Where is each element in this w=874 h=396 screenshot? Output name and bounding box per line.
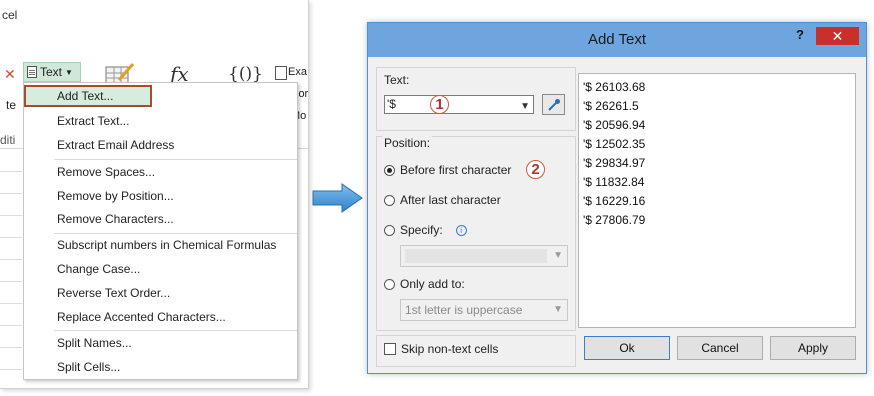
position-label: Position:	[382, 136, 433, 150]
menu-separator	[54, 330, 297, 331]
menu-item-extract-text[interactable]: Extract Text...	[24, 110, 297, 132]
ok-button[interactable]: Ok	[584, 336, 670, 360]
preview-line: '$ 16229.16	[583, 194, 646, 208]
preview-line: '$ 27806.79	[583, 213, 646, 227]
eyedropper-button[interactable]	[542, 94, 565, 115]
menu-item-reverse-text[interactable]: Reverse Text Order...	[24, 282, 297, 304]
menu-item-remove-characters[interactable]: Remove Characters...	[24, 208, 297, 230]
specify-combobox[interactable]: ▼	[400, 245, 568, 267]
text-combobox-value: '$	[387, 97, 396, 111]
menu-item-change-case[interactable]: Change Case...	[24, 258, 297, 280]
checkbox[interactable]	[384, 343, 396, 355]
text-label: Text:	[384, 73, 410, 87]
apply-button[interactable]: Apply	[770, 336, 856, 360]
menu-item-extract-email[interactable]: Extract Email Address	[24, 134, 297, 156]
step-badge-2: 2	[526, 160, 545, 179]
skip-non-text-checkbox[interactable]: Skip non-text cells	[384, 342, 498, 356]
menu-item-subscript[interactable]: Subscript numbers in Chemical Formulas	[24, 234, 297, 256]
radio-button[interactable]	[384, 224, 395, 236]
radio-after-last[interactable]: After last character	[384, 193, 501, 207]
chevron-down-icon: ▼	[65, 67, 73, 77]
menu-separator	[54, 159, 297, 160]
ribbon-group-label: diti	[0, 133, 16, 147]
preview-line: '$ 29834.97	[583, 156, 646, 170]
text-dropdown-menu: Add Text... Extract Text... Extract Emai…	[23, 82, 298, 380]
skip-label: Skip non-text cells	[401, 342, 499, 356]
radio-specify-label: Specify:	[400, 223, 443, 237]
eyedropper-icon	[547, 98, 560, 111]
preview-line: '$ 26261.5	[583, 99, 639, 113]
radio-button[interactable]	[384, 194, 395, 206]
menu-item-remove-spaces[interactable]: Remove Spaces...	[24, 161, 297, 183]
chevron-down-icon[interactable]: ▼	[520, 98, 530, 115]
example-icon	[275, 66, 287, 80]
menu-item-remove-by-position[interactable]: Remove by Position...	[24, 185, 297, 207]
menu-item-split-names[interactable]: Split Names...	[24, 332, 297, 354]
menu-item-split-cells[interactable]: Split Cells...	[24, 356, 297, 378]
cancel-button[interactable]: Cancel	[677, 336, 763, 360]
sheet-grid	[0, 150, 22, 388]
help-button[interactable]: ?	[792, 27, 808, 45]
radio-button[interactable]	[384, 164, 395, 176]
radio-before-first[interactable]: Before first character	[384, 163, 511, 177]
menu-item-replace-accented[interactable]: Replace Accented Characters...	[24, 306, 297, 328]
radio-only-add-label: Only add to:	[400, 277, 465, 291]
chevron-down-icon[interactable]: ▼	[553, 300, 563, 320]
chevron-down-icon[interactable]: ▼	[553, 246, 563, 266]
preview-line: '$ 20596.94	[583, 118, 646, 132]
preview-pane: '$ 26103.68 '$ 26261.5 '$ 20596.94 '$ 12…	[578, 73, 856, 328]
preview-line: '$ 12502.35	[583, 137, 646, 151]
preview-line: '$ 26103.68	[583, 80, 646, 94]
text-button-label: Text	[40, 65, 63, 79]
radio-after-label: After last character	[400, 193, 501, 207]
radio-only-add[interactable]: Only add to:	[384, 277, 465, 291]
radio-before-label: Before first character	[400, 163, 512, 177]
cut-icon[interactable]: ✕	[4, 66, 16, 83]
radio-specify[interactable]: Specify: i	[384, 223, 467, 237]
step-badge-1: 1	[430, 95, 449, 114]
only-add-combobox[interactable]: 1st letter is uppercase ▼	[400, 299, 568, 321]
excel-title: cel	[2, 8, 18, 22]
right-arrow-icon	[312, 183, 363, 213]
formula-braces-icon[interactable]: {()}	[228, 64, 263, 84]
ribbon-label-fragment: te	[6, 98, 17, 112]
info-icon[interactable]: i	[455, 224, 467, 236]
specify-input	[405, 249, 547, 263]
text-dropdown-button[interactable]: Text ▼	[23, 62, 81, 82]
preview-line: '$ 11832.84	[583, 175, 645, 189]
text-combobox[interactable]: '$ ▼	[384, 95, 534, 114]
menu-item-add-text[interactable]: Add Text...	[24, 85, 152, 107]
document-icon	[27, 66, 37, 78]
close-button[interactable]: ✕	[816, 27, 859, 45]
ribbon-right-label-1: Exa	[288, 66, 307, 78]
only-add-value: 1st letter is uppercase	[405, 303, 523, 317]
radio-button[interactable]	[384, 278, 395, 290]
add-text-dialog: Add Text ? ✕ Text: '$ ▼ 1 Position: Befo…	[367, 22, 867, 374]
